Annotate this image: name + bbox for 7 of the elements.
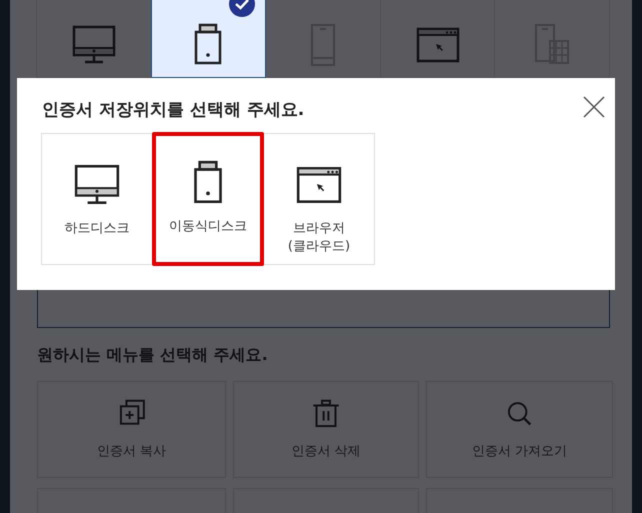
storage-option[interactable]: 브라우저 (클라우드) [263,133,375,265]
storage-option[interactable]: 이동식디스크 [152,132,264,266]
dialog-title: 인증서 저장위치를 선택해 주세요. [42,99,304,121]
storage-option[interactable]: 하드디스크 [41,133,153,265]
menu-heading: 원하시는 메뉴를 선택해 주세요. [37,345,269,366]
storage-tab[interactable] [150,0,266,78]
close-icon[interactable] [582,95,606,119]
